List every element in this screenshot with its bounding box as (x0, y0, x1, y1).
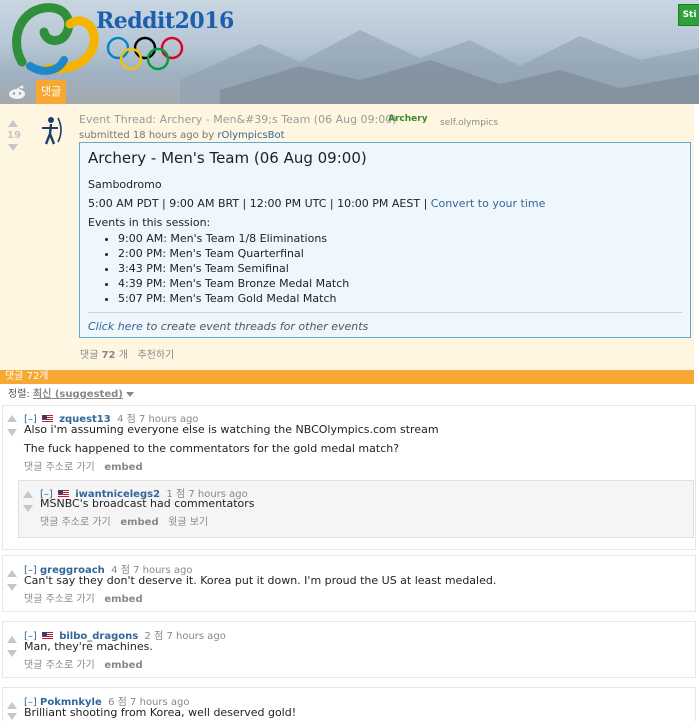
logo-text[interactable]: Reddit2016 (96, 8, 234, 34)
comment-body-line: Also i'm assuming everyone else is watch… (24, 423, 439, 436)
downvote-arrow-icon[interactable] (23, 505, 33, 512)
comments-prefix: 댓글 (80, 350, 99, 361)
corner-button[interactable]: Sti (678, 4, 699, 26)
comment-body-line: Man, they're machines. (24, 640, 153, 653)
upvote-arrow-icon[interactable] (8, 120, 18, 127)
footer-text: to create event threads for other events (146, 320, 369, 333)
upvote-arrow-icon[interactable] (23, 491, 33, 498)
downvote-arrow-icon[interactable] (7, 650, 17, 657)
event-item: 9:00 AM: Men's Team 1/8 Eliminations (118, 231, 349, 246)
comment-body-line: MSNBC's broadcast had commentators (40, 497, 255, 510)
post-author-link[interactable]: rOlympicsBot (217, 130, 284, 141)
comments-link[interactable]: 댓글 72 개 (80, 350, 128, 361)
event-item: 5:07 PM: Men's Team Gold Medal Match (118, 291, 349, 306)
click-here-link[interactable]: Click here (88, 320, 143, 333)
comment-body-line: The fuck happened to the commentators fo… (24, 442, 400, 455)
chevron-down-icon[interactable] (125, 391, 134, 397)
recommend-button[interactable]: 추천하기 (137, 350, 174, 361)
selftext-heading: Archery - Men's Team (06 Aug 09:00) (88, 149, 367, 167)
sort-bar: 정렬: 최신 (suggested) (8, 385, 134, 400)
comment-points: 2 점 7 hours ago (144, 631, 226, 642)
post-score: 19 (7, 130, 21, 141)
event-item: 2:00 PM: Men's Team Quarterfinal (118, 246, 349, 261)
upvote-arrow-icon[interactable] (7, 636, 17, 643)
submitted-text: submitted 18 hours ago by (79, 130, 215, 141)
comments-count: 72 (101, 350, 116, 361)
downvote-arrow-icon[interactable] (7, 713, 17, 720)
post-title-link[interactable]: Event Thread: Archery - Men&#39;s Team (… (79, 113, 397, 126)
upvote-arrow-icon[interactable] (7, 570, 17, 577)
tab-comments[interactable]: 댓글 (36, 80, 67, 104)
downvote-arrow-icon[interactable] (8, 144, 18, 151)
archery-thumbnail-icon[interactable] (38, 116, 64, 146)
comments-suffix: 개 (118, 350, 128, 361)
comment-buttons: 댓글 주소로 가기 embed (24, 590, 143, 605)
selftext-footer: Click here to create event threads for o… (88, 320, 368, 333)
permalink-button[interactable]: 댓글 주소로 가기 (24, 660, 95, 671)
upvote-arrow-icon[interactable] (7, 702, 17, 709)
post-tagline: submitted 18 hours ago by rOlympicsBot (79, 130, 285, 141)
subreddit-header: Reddit2016 (0, 0, 699, 104)
comment-buttons: 댓글 주소로 가기 embed (24, 458, 143, 473)
event-item: 3:43 PM: Men's Team Semifinal (118, 261, 349, 276)
events-list: 9:00 AM: Men's Team 1/8 Eliminations 2:0… (102, 231, 349, 306)
post-selftext: Archery - Men's Team (06 Aug 09:00) Samb… (79, 142, 691, 338)
embed-button[interactable]: embed (104, 462, 142, 473)
post-buttons: 댓글 72 개 추천하기 (80, 346, 174, 361)
embed-button[interactable]: embed (120, 517, 158, 528)
comment-buttons: 댓글 주소로 가기 embed 윗글 보기 (40, 513, 208, 528)
times-text: 5:00 AM PDT | 9:00 AM BRT | 12:00 PM UTC… (88, 197, 428, 210)
downvote-arrow-icon[interactable] (7, 429, 17, 436)
embed-button[interactable]: embed (104, 660, 142, 671)
event-item: 4:39 PM: Men's Team Bronze Medal Match (118, 276, 349, 291)
post-domain[interactable]: self.olympics (440, 118, 498, 128)
us-flag-icon (42, 415, 53, 422)
events-label: Events in this session: (88, 216, 211, 229)
comment-body-line: Can't say they don't deserve it. Korea p… (24, 574, 497, 587)
selftext-divider (88, 312, 682, 313)
embed-button[interactable]: embed (104, 594, 142, 605)
convert-time-link[interactable]: Convert to your time (431, 197, 546, 210)
permalink-button[interactable]: 댓글 주소로 가기 (24, 462, 95, 473)
post-flair: Archery (388, 114, 428, 124)
permalink-button[interactable]: 댓글 주소로 가기 (24, 594, 95, 605)
rio-logo-icon (12, 3, 99, 75)
permalink-button[interactable]: 댓글 주소로 가기 (40, 517, 111, 528)
comment-buttons: 댓글 주소로 가기 embed (24, 656, 143, 671)
downvote-arrow-icon[interactable] (7, 584, 17, 591)
sort-dropdown[interactable]: 최신 (suggested) (33, 389, 123, 400)
comments-count-bar: 댓글 72개 (0, 370, 694, 384)
comment-body-line: Brilliant shooting from Korea, well dese… (24, 706, 297, 719)
olympic-rings-icon (106, 36, 184, 71)
tab-bar (0, 80, 699, 104)
us-flag-icon (58, 490, 69, 497)
us-flag-icon (42, 632, 53, 639)
parent-button[interactable]: 윗글 보기 (168, 517, 208, 528)
selftext-venue: Sambodromo (88, 178, 162, 191)
reddit-alien-icon[interactable] (7, 84, 27, 100)
upvote-arrow-icon[interactable] (7, 415, 17, 422)
sort-label: 정렬: (8, 389, 30, 400)
selftext-times: 5:00 AM PDT | 9:00 AM BRT | 12:00 PM UTC… (88, 197, 545, 210)
